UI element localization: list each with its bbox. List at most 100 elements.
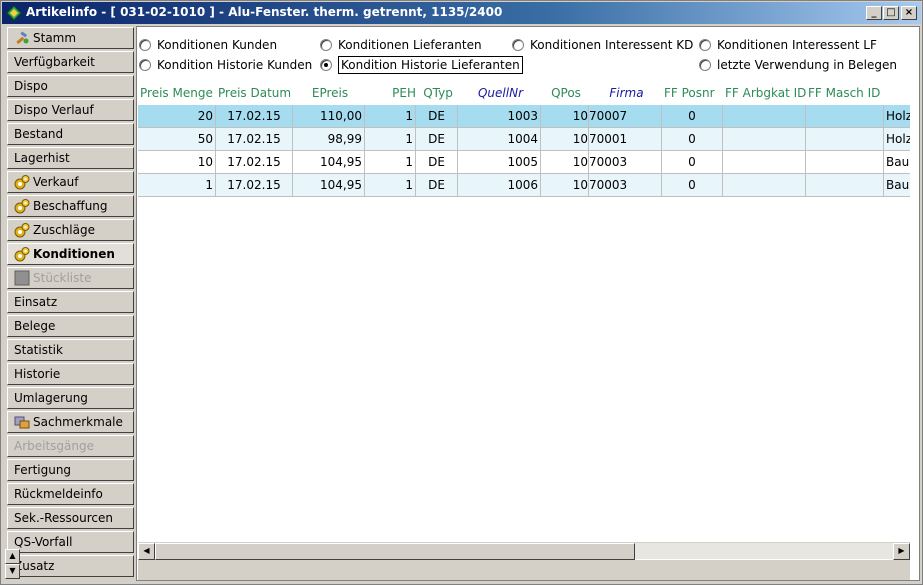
sidebar-item-lagerhist[interactable]: Lagerhist: [7, 147, 134, 169]
sidebar-item-label: Einsatz: [14, 295, 58, 309]
sidebar-item-label: Fertigung: [14, 463, 72, 477]
table-cell: 20: [138, 105, 216, 127]
app-icon: [6, 5, 22, 21]
table-row[interactable]: 50 17.02.15 98,99 1 DE 1004 10 70001 0 Holz: [138, 128, 910, 151]
column-header[interactable]: QPos: [543, 83, 589, 105]
table-cell: 17.02.15: [216, 105, 293, 127]
sidebar-item-beschaffung[interactable]: Beschaffung: [7, 195, 134, 217]
sidebar-item-label: Verfügbarkeit: [14, 55, 95, 69]
sidebar-item-konditionen[interactable]: Konditionen: [7, 243, 134, 265]
sidebar-item-label: Zusatz: [14, 559, 55, 573]
column-header[interactable]: FF Arbgkat ID: [725, 83, 806, 105]
status-bar: [138, 560, 910, 580]
sidebar-item-dispo[interactable]: Dispo: [7, 75, 134, 97]
table-cell: 110,00: [293, 105, 365, 127]
sidebar-item-label: Bestand: [14, 127, 64, 141]
tools-icon: [16, 31, 29, 45]
column-header[interactable]: Preis Datum: [218, 83, 293, 105]
maximize-button[interactable]: □: [883, 6, 899, 20]
column-header[interactable]: QuellNr: [460, 83, 541, 105]
sidebar-item-label: Dispo Verlauf: [14, 103, 94, 117]
radio-option[interactable]: Konditionen Interessent KD: [512, 36, 693, 54]
table-cell: 17.02.15: [216, 174, 293, 196]
column-header[interactable]: Firma: [591, 83, 662, 105]
table-row[interactable]: 10 17.02.15 104,95 1 DE 1005 10 70003 0 Bau: [138, 151, 910, 174]
column-header[interactable]: Preis Menge: [140, 83, 216, 105]
box-icon: [14, 270, 30, 286]
features-icon: [14, 416, 30, 429]
radio-option[interactable]: Konditionen Kunden: [139, 36, 277, 54]
table-cell: 17.02.15: [216, 151, 293, 173]
radio-label: Konditionen Interessent KD: [530, 38, 694, 52]
close-button[interactable]: ×: [901, 6, 917, 20]
sidebar-item-zusatz[interactable]: Zusatz: [7, 555, 134, 577]
table-cell: [723, 151, 806, 173]
sidebar-item-sek-ressourcen[interactable]: Sek.-Ressourcen: [7, 507, 134, 529]
column-header[interactable]: QTyp: [418, 83, 458, 105]
scroll-right-icon[interactable]: ▶: [893, 543, 910, 560]
sidebar-item-label: Dispo: [14, 79, 48, 93]
gears-icon: [14, 223, 30, 238]
sidebar-item-label: QS-Vorfall: [14, 535, 73, 549]
scrollbar-thumb[interactable]: [155, 543, 635, 560]
radio-option[interactable]: letzte Verwendung in Belegen: [699, 56, 897, 74]
column-header[interactable]: EPreis: [295, 83, 365, 105]
scroll-down-icon[interactable]: ▼: [5, 564, 20, 579]
radio-option[interactable]: Konditionen Interessent LF: [699, 36, 877, 54]
scroll-up-icon[interactable]: ▲: [5, 549, 20, 564]
table-cell: 10: [541, 174, 589, 196]
title-bar[interactable]: Artikelinfo - [ 031-02-1010 ] - Alu-Fens…: [2, 2, 921, 24]
radio-option[interactable]: Konditionen Lieferanten: [320, 36, 482, 54]
sidebar-item-label: Lagerhist: [14, 151, 70, 165]
sidebar-item-umlagerung[interactable]: Umlagerung: [7, 387, 134, 409]
radio-label: Konditionen Interessent LF: [717, 38, 877, 52]
column-header[interactable]: FF Posnr: [664, 83, 723, 105]
table-cell: 10: [138, 151, 216, 173]
column-header[interactable]: PEH: [367, 83, 416, 105]
horizontal-scrollbar[interactable]: ◀ ▶: [138, 542, 910, 560]
radio-option[interactable]: Kondition Historie Lieferanten: [320, 56, 523, 74]
sidebar-item-fertigung[interactable]: Fertigung: [7, 459, 134, 481]
column-header[interactable]: FF Masch ID: [808, 83, 884, 105]
scroll-left-icon[interactable]: ◀: [138, 543, 155, 560]
sidebar-item-label: Verkauf: [33, 175, 79, 189]
minimize-button[interactable]: _: [866, 6, 882, 20]
radio-circle-icon[interactable]: [699, 59, 711, 71]
sidebar-item-stamm[interactable]: Stamm: [7, 27, 134, 49]
table-row[interactable]: 1 17.02.15 104,95 1 DE 1006 10 70003 0 Bau: [138, 174, 910, 197]
radio-option[interactable]: Kondition Historie Kunden: [139, 56, 312, 74]
radio-circle-icon[interactable]: [512, 39, 524, 51]
sidebar-item-sachmerkmale[interactable]: Sachmerkmale: [7, 411, 134, 433]
sidebar-item-label: Rückmeldeinfo: [14, 487, 103, 501]
radio-circle-icon[interactable]: [139, 59, 151, 71]
table-cell: 10: [541, 105, 589, 127]
radio-label: Kondition Historie Lieferanten: [338, 56, 523, 74]
radio-circle-icon[interactable]: [699, 39, 711, 51]
sidebar-item-rückmeldeinfo[interactable]: Rückmeldeinfo: [7, 483, 134, 505]
radio-circle-icon[interactable]: [320, 39, 332, 51]
table-cell: 1: [365, 151, 416, 173]
sidebar-item-dispo-verlauf[interactable]: Dispo Verlauf: [7, 99, 134, 121]
sidebar-item-verfügbarkeit[interactable]: Verfügbarkeit: [7, 51, 134, 73]
sidebar-item-statistik[interactable]: Statistik: [7, 339, 134, 361]
table-row[interactable]: 20 17.02.15 110,00 1 DE 1003 10 70007 0 Holz: [138, 105, 910, 128]
table-cell: 104,95: [293, 151, 365, 173]
sidebar-item-label: Statistik: [14, 343, 63, 357]
radio-circle-icon[interactable]: [139, 39, 151, 51]
sidebar-item-arbeitsgänge: Arbeitsgänge: [7, 435, 134, 457]
sidebar-item-belege[interactable]: Belege: [7, 315, 134, 337]
radio-circle-icon[interactable]: [320, 59, 332, 71]
table-cell: DE: [416, 128, 458, 150]
sidebar-item-label: Stamm: [33, 31, 77, 45]
table-cell: [806, 128, 884, 150]
sidebar-item-einsatz[interactable]: Einsatz: [7, 291, 134, 313]
sidebar-item-historie[interactable]: Historie: [7, 363, 134, 385]
sidebar-item-label: Konditionen: [33, 247, 115, 261]
main-panel: Konditionen Kunden Konditionen Lieferante…: [136, 26, 920, 581]
table-cell: Holz: [884, 128, 910, 150]
sidebar-item-verkauf[interactable]: Verkauf: [7, 171, 134, 193]
sidebar-item-bestand[interactable]: Bestand: [7, 123, 134, 145]
sidebar-item-qs-vorfall[interactable]: QS-Vorfall: [7, 531, 134, 553]
sidebar-item-label: Zuschläge: [33, 223, 95, 237]
sidebar-item-zuschläge[interactable]: Zuschläge: [7, 219, 134, 241]
